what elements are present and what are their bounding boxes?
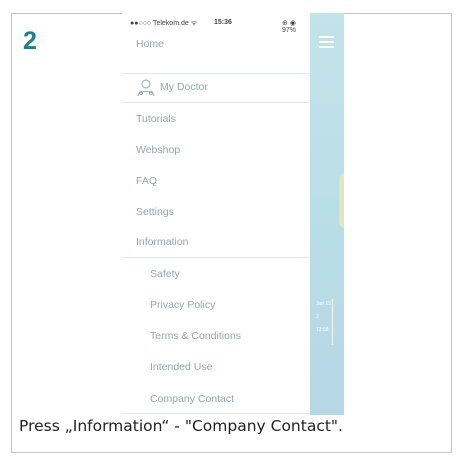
- side-date-1: Jan 13: [316, 301, 332, 307]
- menu-item-settings[interactable]: Settings: [136, 206, 174, 218]
- menu-item-faq[interactable]: FAQ: [136, 175, 157, 187]
- submenu-item-privacy-policy[interactable]: Privacy Policy: [150, 299, 215, 311]
- doctor-icon: [137, 79, 155, 97]
- menu-divider: [122, 73, 310, 74]
- instruction-caption: Press „Information“ - "Company Contact".: [19, 417, 343, 435]
- menu-item-my-doctor[interactable]: My Doctor: [160, 81, 208, 93]
- side-date-3: 12:58: [316, 327, 329, 333]
- side-date-2: 2: [316, 314, 319, 320]
- menu-item-webshop[interactable]: Webshop: [136, 144, 180, 156]
- menu-divider: [122, 102, 310, 103]
- menu-item-home[interactable]: Home: [136, 38, 164, 50]
- menu-item-tutorials[interactable]: Tutorials: [136, 113, 176, 125]
- decorative-glow: [339, 173, 344, 228]
- submenu-item-terms-conditions[interactable]: Terms & Conditions: [150, 330, 241, 342]
- phone-screenshot: ●●○○○ Telekom.de ᯤ 15:36 ⊕ ◉ 97% Jan 13 …: [122, 13, 344, 415]
- submenu-item-company-contact[interactable]: Company Contact: [150, 393, 234, 405]
- side-menu: Home My Doctor Tutorials Webshop FAQ Set…: [122, 13, 310, 415]
- hamburger-menu-icon[interactable]: [319, 36, 334, 48]
- menu-divider: [122, 413, 310, 414]
- menu-item-information[interactable]: Information: [136, 236, 189, 248]
- menu-divider: [122, 257, 310, 258]
- side-divider: [332, 299, 333, 345]
- step-number: 2: [23, 27, 37, 55]
- submenu-item-safety[interactable]: Safety: [150, 268, 180, 280]
- submenu-item-intended-use[interactable]: Intended Use: [150, 361, 212, 373]
- main-content-peek[interactable]: [310, 13, 344, 415]
